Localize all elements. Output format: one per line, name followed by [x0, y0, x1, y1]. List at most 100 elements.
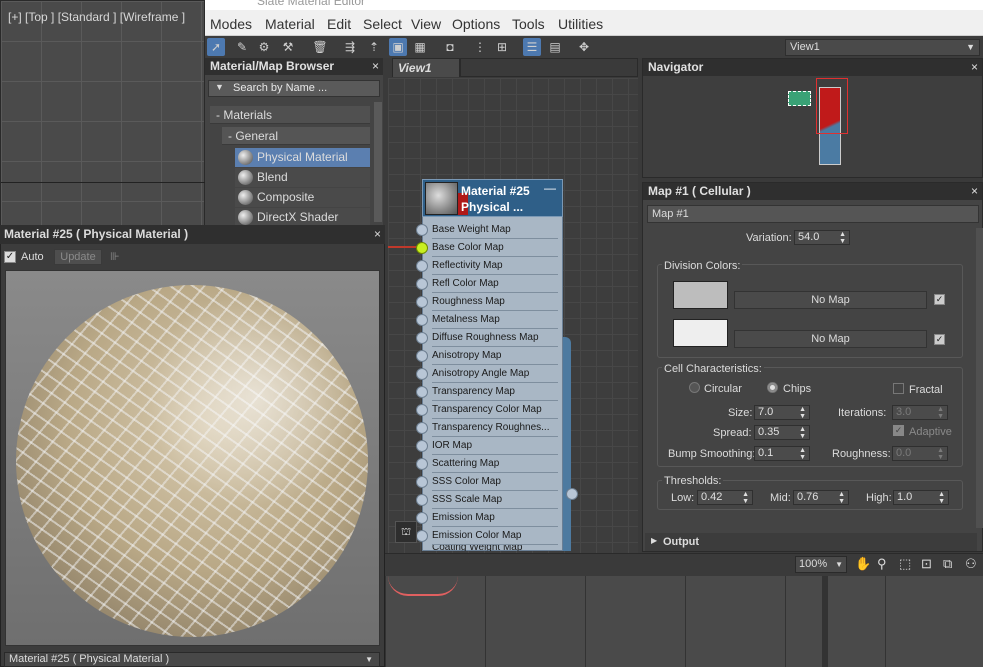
- input-socket[interactable]: [416, 224, 428, 236]
- input-socket[interactable]: [416, 314, 428, 326]
- input-socket[interactable]: [416, 512, 428, 524]
- select-by-material-icon[interactable]: ✥: [575, 38, 593, 56]
- output-socket[interactable]: [566, 488, 578, 500]
- show-browser-icon[interactable]: ☰: [523, 38, 541, 56]
- preview-header[interactable]: Material #25 ( Physical Material ) ×: [0, 225, 385, 244]
- slot-base-color-map[interactable]: Base Color Map: [432, 239, 558, 257]
- menu-tools[interactable]: Tools: [512, 16, 545, 32]
- division-color-swatch-1[interactable]: [673, 281, 728, 309]
- map-enable-checkbox-2[interactable]: ✓: [934, 334, 945, 345]
- slot-transparency-roughness-map[interactable]: Transparency Roughnes...: [432, 419, 558, 437]
- show-map-icon[interactable]: ▣: [389, 38, 407, 56]
- hide-unused-icon[interactable]: ⇡: [365, 38, 383, 56]
- close-icon[interactable]: ×: [971, 183, 978, 200]
- tab-view1[interactable]: View1: [392, 58, 460, 77]
- slot-diffuse-roughness-map[interactable]: Diffuse Roughness Map: [432, 329, 558, 347]
- viewport-label[interactable]: [+] [Top ] [Standard ] [Wireframe ]: [8, 10, 185, 24]
- input-socket[interactable]: [416, 440, 428, 452]
- node-hide-icon[interactable]: ⛫: [395, 521, 417, 543]
- slot-reflectivity-map[interactable]: Reflectivity Map: [432, 257, 558, 275]
- move-children-icon[interactable]: ⇶: [341, 38, 359, 56]
- input-socket[interactable]: [416, 350, 428, 362]
- slot-coating-weight-map[interactable]: Coating Weight Map: [432, 545, 558, 551]
- tree-item-composite[interactable]: Composite: [235, 188, 370, 207]
- tree-item-physical-material[interactable]: Physical Material: [235, 148, 370, 167]
- input-socket[interactable]: [416, 368, 428, 380]
- show-background-icon[interactable]: ▦: [411, 38, 429, 56]
- slot-sss-color-map[interactable]: SSS Color Map: [432, 473, 558, 491]
- input-socket[interactable]: [416, 476, 428, 488]
- input-socket[interactable]: [416, 422, 428, 434]
- minimize-icon[interactable]: —: [544, 181, 556, 195]
- tree-item-blend[interactable]: Blend: [235, 168, 370, 187]
- tree-section-materials[interactable]: - Materials: [210, 106, 370, 124]
- input-socket[interactable]: [416, 332, 428, 344]
- params-icon[interactable]: ▤: [546, 38, 564, 56]
- high-spinner[interactable]: 1.0 ▲ ▼: [893, 490, 949, 505]
- slot-ior-map[interactable]: IOR Map: [432, 437, 558, 455]
- fractal-checkbox[interactable]: [893, 383, 904, 394]
- view-dropdown[interactable]: View1 ▼: [785, 39, 980, 56]
- size-spinner[interactable]: 7.0 ▲ ▼: [754, 405, 810, 420]
- menu-edit[interactable]: Edit: [327, 16, 351, 32]
- menu-modes[interactable]: Modes: [210, 16, 252, 32]
- pan-hand-icon[interactable]: ✋: [855, 556, 871, 572]
- material-id-icon[interactable]: ⊞: [493, 38, 511, 56]
- map-enable-checkbox-1[interactable]: ✓: [934, 294, 945, 305]
- slot-refl-color-map[interactable]: Refl Color Map: [432, 275, 558, 293]
- layout-all-icon[interactable]: ◘: [441, 38, 459, 56]
- zoom-region-icon[interactable]: ⬚: [899, 556, 911, 572]
- browser-scrollbar[interactable]: [374, 102, 382, 222]
- pin-icon[interactable]: ⊪: [110, 250, 120, 263]
- input-socket[interactable]: [416, 458, 428, 470]
- slot-base-weight-map[interactable]: Base Weight Map: [432, 221, 558, 239]
- input-socket[interactable]: [416, 530, 428, 542]
- menu-view[interactable]: View: [411, 16, 441, 32]
- search-input[interactable]: ▼ Search by Name ...: [208, 80, 380, 97]
- no-map-button-2[interactable]: No Map: [734, 330, 927, 348]
- division-color-swatch-2[interactable]: [673, 319, 728, 347]
- input-socket[interactable]: [416, 296, 428, 308]
- spinner-arrows-icon[interactable]: ▲ ▼: [838, 491, 845, 505]
- spinner-arrows-icon[interactable]: ▲ ▼: [799, 447, 806, 461]
- input-socket[interactable]: [416, 404, 428, 416]
- slot-scattering-map[interactable]: Scattering Map: [432, 455, 558, 473]
- assign-material-icon[interactable]: ⚒: [279, 38, 297, 56]
- spread-spinner[interactable]: 0.35 ▲ ▼: [754, 425, 810, 440]
- output-rollout[interactable]: Output: [645, 533, 977, 551]
- zoom-extents-icon[interactable]: ⊡: [921, 556, 932, 572]
- circular-radio[interactable]: [689, 382, 700, 393]
- chevron-down-icon[interactable]: ▼: [215, 82, 224, 92]
- input-socket[interactable]: [416, 386, 428, 398]
- eyedropper-icon[interactable]: ✎: [233, 38, 251, 56]
- spinner-arrows-icon[interactable]: ▲ ▼: [839, 231, 846, 245]
- update-button[interactable]: Update: [54, 249, 102, 265]
- close-icon[interactable]: ×: [374, 225, 381, 244]
- zoom-icon[interactable]: ⚲: [877, 556, 887, 572]
- spinner-arrows-icon[interactable]: ▲ ▼: [938, 491, 945, 505]
- input-socket[interactable]: [416, 278, 428, 290]
- tree-section-general[interactable]: - General: [222, 127, 370, 145]
- input-socket[interactable]: [416, 494, 428, 506]
- preview-material-dropdown[interactable]: Material #25 ( Physical Material ) ▼: [4, 652, 380, 667]
- slot-anisotropy-map[interactable]: Anisotropy Map: [432, 347, 558, 365]
- slot-emission-map[interactable]: Emission Map: [432, 509, 558, 527]
- close-icon[interactable]: ×: [971, 59, 978, 76]
- menu-material[interactable]: Material: [265, 16, 315, 32]
- slot-anisotropy-angle-map[interactable]: Anisotropy Angle Map: [432, 365, 558, 383]
- slot-transparency-color-map[interactable]: Transparency Color Map: [432, 401, 558, 419]
- layout-children-icon[interactable]: ⋮: [471, 38, 489, 56]
- slot-metalness-map[interactable]: Metalness Map: [432, 311, 558, 329]
- menu-utilities[interactable]: Utilities: [558, 16, 603, 32]
- slot-roughness-map[interactable]: Roughness Map: [432, 293, 558, 311]
- spinner-arrows-icon[interactable]: ▲ ▼: [742, 491, 749, 505]
- spinner-arrows-icon[interactable]: ▲ ▼: [799, 426, 806, 440]
- input-socket[interactable]: [416, 260, 428, 272]
- auto-checkbox[interactable]: ✓: [4, 251, 16, 263]
- chips-radio[interactable]: [767, 382, 778, 393]
- slot-transparency-map[interactable]: Transparency Map: [432, 383, 558, 401]
- navigator-panel[interactable]: Navigator ×: [642, 58, 983, 178]
- input-socket-active[interactable]: [416, 242, 428, 254]
- map-name-field[interactable]: Map #1: [647, 205, 979, 223]
- bump-smoothing-spinner[interactable]: 0.1 ▲ ▼: [754, 446, 810, 461]
